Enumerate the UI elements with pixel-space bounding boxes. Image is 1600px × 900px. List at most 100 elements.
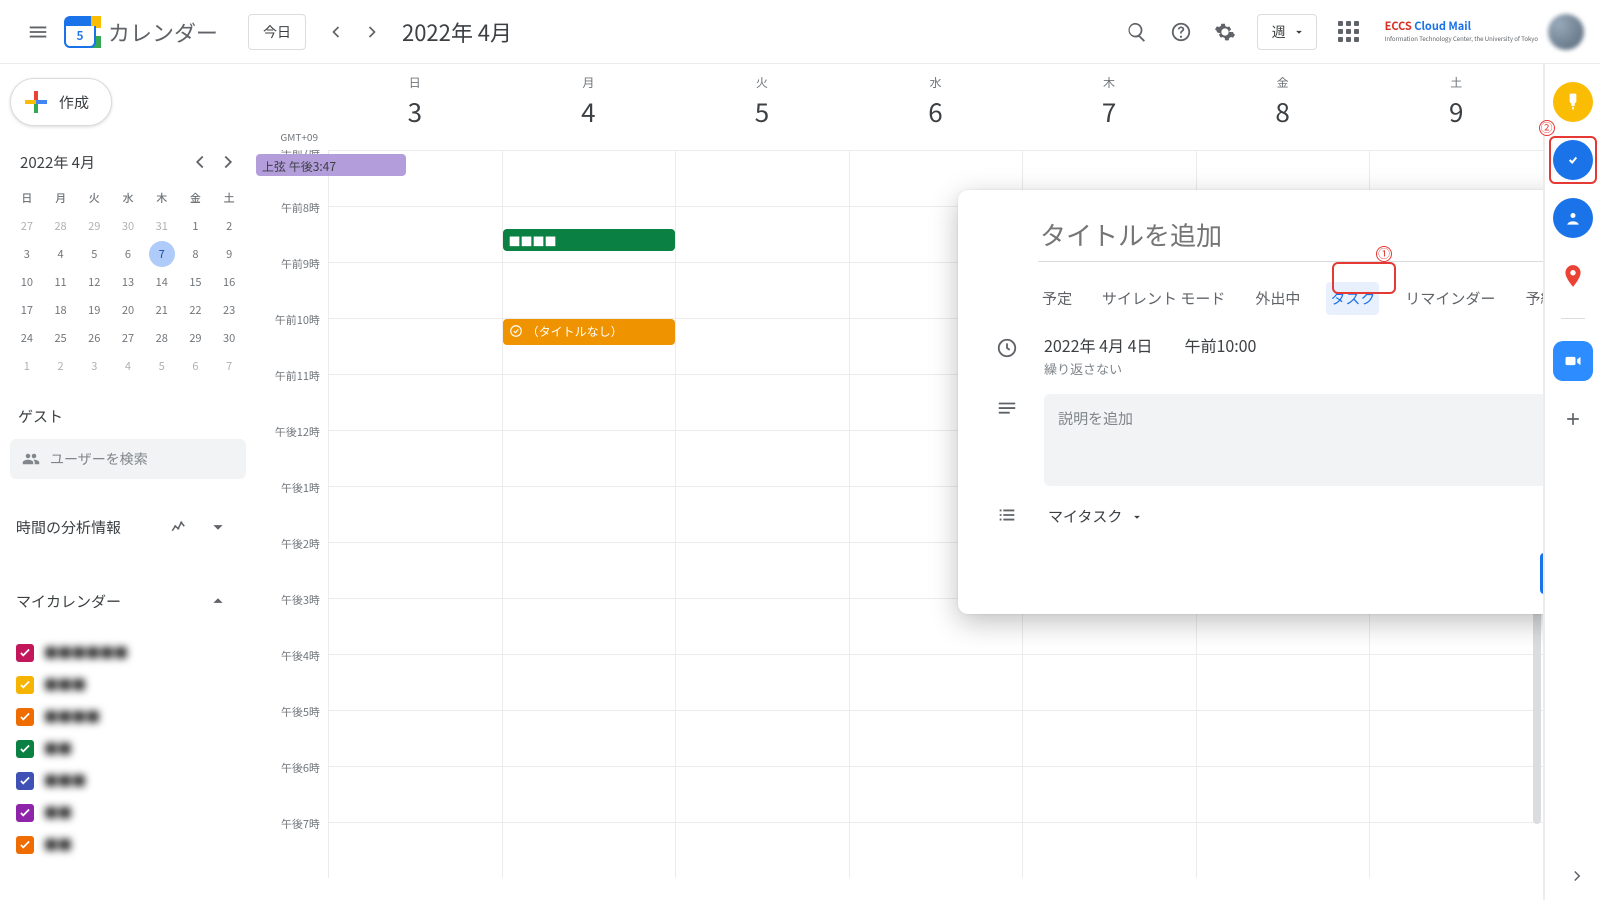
day-column-header[interactable]: 金8 — [1196, 64, 1370, 150]
dialog-tab[interactable]: 予定 — [1038, 282, 1076, 315]
time-slot-cell[interactable] — [328, 318, 502, 374]
day-column-header[interactable]: 水6 — [849, 64, 1023, 150]
calendar-event[interactable]: ■■■■ — [503, 229, 676, 251]
mycal-collapse-button[interactable] — [196, 579, 240, 623]
calendar-checkbox[interactable] — [16, 644, 34, 662]
mini-day-cell[interactable]: 1 — [14, 353, 40, 379]
mini-day-cell[interactable]: 1 — [182, 213, 208, 239]
mini-day-cell[interactable]: 3 — [81, 353, 107, 379]
time-slot-cell[interactable] — [1196, 710, 1370, 766]
mini-day-cell[interactable]: 21 — [149, 297, 175, 323]
time-slot-cell[interactable] — [328, 654, 502, 710]
today-button[interactable]: 今日 — [248, 14, 306, 50]
time-slot-cell[interactable] — [675, 710, 849, 766]
time-slot-cell[interactable] — [1022, 822, 1196, 878]
time-slot-cell[interactable] — [1196, 654, 1370, 710]
dialog-tab[interactable]: サイレント モード — [1098, 282, 1229, 315]
time-slot-cell[interactable] — [849, 654, 1023, 710]
mini-day-cell[interactable]: 9 — [216, 241, 242, 267]
time-slot-cell[interactable] — [502, 262, 676, 318]
day-column-header[interactable]: 土9 — [1369, 64, 1543, 150]
time-slot-cell[interactable] — [1369, 766, 1543, 822]
task-list-selector[interactable]: マイタスク — [1044, 500, 1148, 533]
time-slot-cell[interactable] — [328, 486, 502, 542]
day-column-header[interactable]: 月4 — [502, 64, 676, 150]
time-slot-cell[interactable] — [502, 150, 676, 206]
time-slot-cell[interactable] — [328, 822, 502, 878]
time-slot-cell[interactable] — [849, 710, 1023, 766]
settings-button[interactable] — [1203, 10, 1247, 54]
time-slot-cell[interactable] — [502, 430, 676, 486]
calendar-event[interactable]: 上弦 午後3:47 — [256, 154, 406, 176]
time-slot-cell[interactable] — [1369, 654, 1543, 710]
calendar-list-item[interactable]: ■■ — [10, 797, 246, 829]
mini-day-cell[interactable]: 30 — [216, 325, 242, 351]
time-slot-cell[interactable] — [675, 654, 849, 710]
time-slot-cell[interactable] — [328, 766, 502, 822]
time-slot-cell[interactable] — [1022, 654, 1196, 710]
create-button[interactable]: 作成 — [10, 78, 112, 126]
keep-panel-button[interactable] — [1553, 82, 1593, 122]
guest-search-input[interactable]: ユーザーを検索 — [10, 439, 246, 479]
calendar-checkbox[interactable] — [16, 708, 34, 726]
mini-day-cell[interactable]: 15 — [182, 269, 208, 295]
mini-day-cell[interactable]: 11 — [48, 269, 74, 295]
time-slot-cell[interactable] — [502, 374, 676, 430]
mini-next-button[interactable] — [214, 148, 242, 176]
mini-day-cell[interactable]: 2 — [48, 353, 74, 379]
dialog-datetime[interactable]: 2022年 4月 4日 午前10:00 — [1044, 333, 1544, 357]
day-column-header[interactable]: 火5 — [675, 64, 849, 150]
next-period-button[interactable] — [354, 14, 390, 50]
help-button[interactable] — [1159, 10, 1203, 54]
dialog-tab[interactable]: リマインダー — [1401, 282, 1499, 315]
time-slot-cell[interactable] — [675, 766, 849, 822]
mini-day-cell[interactable]: 19 — [81, 297, 107, 323]
time-slot-cell[interactable] — [1369, 710, 1543, 766]
calendar-checkbox[interactable] — [16, 836, 34, 854]
mini-day-cell[interactable]: 20 — [115, 297, 141, 323]
calendar-checkbox[interactable] — [16, 740, 34, 758]
view-selector[interactable]: 週 — [1257, 14, 1317, 50]
contacts-panel-button[interactable] — [1553, 198, 1593, 238]
add-addon-button[interactable] — [1553, 399, 1593, 439]
mini-prev-button[interactable] — [186, 148, 214, 176]
time-slot-cell[interactable] — [502, 654, 676, 710]
time-slot-cell[interactable] — [502, 710, 676, 766]
mini-day-cell[interactable]: 22 — [182, 297, 208, 323]
time-slot-cell[interactable] — [1196, 766, 1370, 822]
time-slot-cell[interactable] — [502, 822, 676, 878]
dialog-description-input[interactable]: 説明を追加 — [1044, 394, 1544, 486]
mini-day-cell[interactable]: 30 — [115, 213, 141, 239]
mini-day-cell[interactable]: 26 — [81, 325, 107, 351]
mini-day-cell[interactable]: 23 — [216, 297, 242, 323]
mini-day-cell[interactable]: 25 — [48, 325, 74, 351]
time-slot-cell[interactable] — [675, 542, 849, 598]
mini-day-cell[interactable]: 17 — [14, 297, 40, 323]
mini-day-cell[interactable]: 5 — [149, 353, 175, 379]
mini-day-cell[interactable]: 24 — [14, 325, 40, 351]
time-slot-cell[interactable] — [849, 822, 1023, 878]
time-slot-cell[interactable] — [328, 430, 502, 486]
time-slot-cell[interactable] — [1022, 766, 1196, 822]
mini-day-cell[interactable]: 13 — [115, 269, 141, 295]
time-slot-cell[interactable] — [675, 318, 849, 374]
calendar-list-item[interactable]: ■■■ — [10, 765, 246, 797]
calendar-checkbox[interactable] — [16, 676, 34, 694]
mini-day-cell[interactable]: 4 — [115, 353, 141, 379]
mini-day-cell[interactable]: 5 — [81, 241, 107, 267]
maps-panel-button[interactable] — [1553, 256, 1593, 296]
search-button[interactable] — [1115, 10, 1159, 54]
time-slot-cell[interactable] — [328, 206, 502, 262]
calendar-list-item[interactable]: ■■■■■■ — [10, 637, 246, 669]
calendar-list-item[interactable]: ■■■ — [10, 669, 246, 701]
time-slot-cell[interactable] — [675, 262, 849, 318]
collapse-sidepanel-button[interactable] — [1568, 866, 1586, 890]
time-slot-cell[interactable] — [675, 374, 849, 430]
time-slot-cell[interactable] — [328, 598, 502, 654]
mini-day-cell[interactable]: 10 — [14, 269, 40, 295]
time-slot-cell[interactable]: （タイトルなし） — [502, 318, 676, 374]
prev-period-button[interactable] — [318, 14, 354, 50]
time-slot-cell[interactable] — [675, 486, 849, 542]
dialog-tab[interactable]: 予約枠 — [1521, 282, 1544, 315]
calendar-list-item[interactable]: ■■ — [10, 733, 246, 765]
